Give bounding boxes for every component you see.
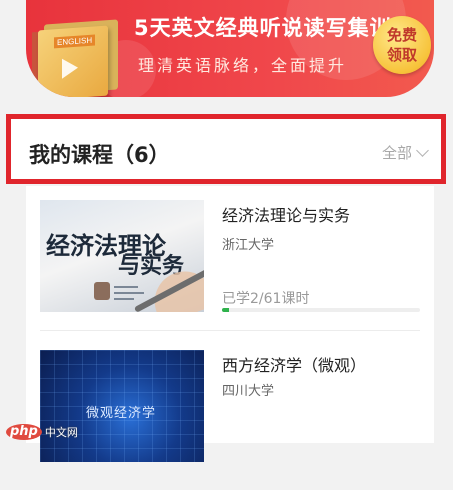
chevron-down-icon — [416, 144, 429, 157]
course-list: 经济法理论 与实务 经济法理论与实务 浙江大学 已学2/61课时 微观经济学 西… — [26, 186, 434, 462]
promo-banner[interactable]: ENGLISH 5天英文经典听说读写集训营 理清英语脉络，全面提升 免费 领取 — [26, 0, 434, 97]
free-claim-line1: 免费 — [386, 26, 417, 44]
book-label: ENGLISH — [54, 34, 96, 49]
course-name: 经济法理论与实务 — [222, 206, 351, 225]
divider — [40, 330, 420, 331]
my-courses-header: 我的课程（6） 全部 — [6, 114, 446, 184]
course-item[interactable]: 经济法理论 与实务 经济法理论与实务 浙江大学 已学2/61课时 — [26, 200, 434, 340]
progress-fill — [222, 308, 229, 312]
course-name: 西方经济学（微观） — [222, 356, 367, 375]
progress-bar — [222, 308, 420, 312]
thumbnail-info-line — [114, 298, 134, 300]
thumbnail-info-line — [114, 286, 138, 288]
english-book-icon: ENGLISH — [32, 18, 124, 97]
lecturer-avatar — [94, 282, 110, 300]
course-thumbnail: 微观经济学 — [40, 350, 204, 462]
course-school: 四川大学 — [222, 384, 275, 399]
banner-subtitle: 理清英语脉络，全面提升 — [138, 56, 348, 75]
filter-all-dropdown[interactable]: 全部 — [381, 142, 429, 163]
progress-text: 已学2/61课时 — [222, 291, 310, 307]
course-thumbnail: 经济法理论 与实务 — [40, 200, 204, 312]
watermark-logo: php — [6, 424, 42, 440]
free-claim-line2: 领取 — [386, 46, 417, 64]
section-title: 我的课程（6） — [29, 143, 170, 167]
thumbnail-title: 微观经济学 — [86, 406, 157, 421]
course-school: 浙江大学 — [222, 238, 275, 253]
watermark: php 中文网 — [6, 424, 78, 440]
watermark-text: 中文网 — [44, 426, 78, 439]
banner-title: 5天英文经典听说读写集训营 — [134, 16, 414, 40]
thumbnail-info-line — [114, 292, 144, 294]
free-claim-button[interactable]: 免费 领取 — [373, 16, 431, 74]
play-icon — [62, 57, 78, 79]
filter-all-label: 全部 — [381, 144, 412, 162]
course-item[interactable]: 微观经济学 西方经济学（微观） 四川大学 — [26, 350, 434, 490]
